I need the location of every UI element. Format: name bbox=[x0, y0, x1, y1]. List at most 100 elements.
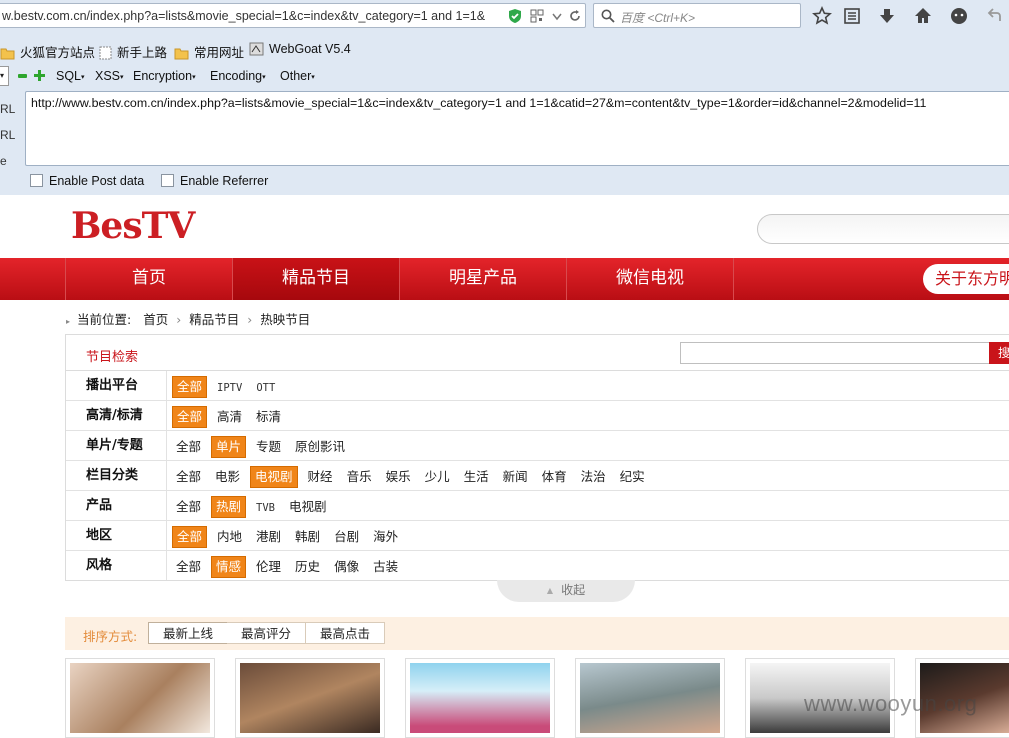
filter-row: 高清/标清 全部 高清 标清 bbox=[66, 401, 1009, 431]
nav-wechat-tv[interactable]: 微信电视 bbox=[566, 258, 733, 300]
hackbar-menu-xss[interactable]: XSS▾ bbox=[95, 69, 124, 83]
filter-option[interactable]: 娱乐 bbox=[382, 467, 415, 487]
filter-option[interactable]: 法治 bbox=[577, 467, 610, 487]
nav-featured-programs[interactable]: 精品节目 bbox=[232, 258, 399, 300]
page-icon bbox=[99, 46, 112, 60]
filter-search-input[interactable] bbox=[680, 342, 990, 364]
hackbar-menu-encoding[interactable]: Encoding▾ bbox=[210, 69, 266, 83]
collapse-button[interactable]: ▲ 收起 bbox=[497, 580, 635, 602]
nav-star-products[interactable]: 明星产品 bbox=[399, 258, 566, 300]
filter-option[interactable]: 全部 bbox=[172, 497, 205, 517]
bookmark-getting-started[interactable]: 新手上路 bbox=[99, 42, 167, 61]
filter-option[interactable]: 生活 bbox=[460, 467, 493, 487]
bookmark-star-icon[interactable] bbox=[812, 6, 832, 26]
bullet-icon: ▸ bbox=[66, 317, 71, 326]
search-bar[interactable]: 百度 <Ctrl+K> bbox=[593, 3, 801, 28]
dropdown-arrow-icon[interactable] bbox=[549, 8, 565, 24]
filter-option[interactable]: 电影 bbox=[211, 467, 244, 487]
program-filter-panel: 节目检索 搜 播出平台 全部 IPTV OTT 高清/标清 全部 高清 标清 单片/专题 全部 单片… bbox=[65, 334, 1009, 581]
program-thumbnail[interactable] bbox=[235, 658, 385, 738]
bookmark-firefox-site[interactable]: 火狐官方站点 bbox=[0, 42, 95, 61]
watermark: www.wooyun.org bbox=[804, 691, 978, 716]
reload-icon[interactable] bbox=[567, 8, 583, 24]
filter-option[interactable]: 单片 bbox=[211, 436, 247, 458]
hackbar-menu-other[interactable]: Other▾ bbox=[280, 69, 315, 83]
home-icon[interactable] bbox=[913, 6, 933, 26]
filter-option[interactable]: 伦理 bbox=[252, 557, 285, 577]
breadcrumb-featured[interactable]: 精品节目 bbox=[189, 312, 239, 327]
filter-search-button[interactable]: 搜 bbox=[989, 342, 1009, 364]
filter-option[interactable]: 电视剧 bbox=[285, 497, 331, 517]
filter-option[interactable]: 全部 bbox=[172, 437, 205, 457]
hackbar-dropdown[interactable]: ▾ bbox=[0, 66, 9, 86]
filter-option[interactable]: 标清 bbox=[252, 407, 285, 427]
sort-newest[interactable]: 最新上线 bbox=[148, 622, 229, 644]
bookmark-common-sites[interactable]: 常用网址 bbox=[174, 42, 244, 61]
filter-option[interactable]: 内地 bbox=[213, 527, 246, 547]
filter-row: 产品 全部 热剧 TVB 电视剧 bbox=[66, 491, 1009, 521]
breadcrumb-current: 热映节目 bbox=[260, 312, 311, 327]
reading-list-icon[interactable] bbox=[842, 6, 862, 26]
filter-option[interactable]: 原创影讯 bbox=[291, 437, 349, 457]
filter-option[interactable]: 全部 bbox=[172, 406, 208, 428]
back-arrow-icon[interactable] bbox=[985, 6, 1005, 26]
filter-option[interactable]: 电视剧 bbox=[250, 466, 298, 488]
nav-about-button[interactable]: 关于东方明 bbox=[923, 264, 1009, 294]
filter-row: 单片/专题 全部 单片 专题 原创影讯 bbox=[66, 431, 1009, 461]
hackbar-load-url[interactable]: RL bbox=[0, 96, 15, 122]
address-bar[interactable]: w.bestv.com.cn/index.php?a=lists&movie_s… bbox=[0, 3, 586, 28]
filter-option[interactable]: OTT bbox=[252, 378, 279, 398]
sort-top-rated[interactable]: 最高评分 bbox=[227, 622, 307, 644]
filter-option[interactable]: 情感 bbox=[211, 556, 247, 578]
enable-referrer-checkbox[interactable]: Enable Referrer bbox=[161, 174, 268, 188]
filter-row: 地区 全部 内地 港剧 韩剧 台剧 海外 bbox=[66, 521, 1009, 551]
chat-icon[interactable] bbox=[949, 6, 969, 26]
program-thumbnail[interactable] bbox=[575, 658, 725, 738]
filter-title: 节目检索 bbox=[86, 350, 139, 365]
filter-option[interactable]: 港剧 bbox=[252, 527, 285, 547]
search-icon bbox=[601, 9, 615, 23]
bookmark-webgoat[interactable]: WebGoat V5.4 bbox=[249, 42, 351, 56]
filter-option[interactable]: 热剧 bbox=[211, 496, 247, 518]
filter-option[interactable]: 古装 bbox=[369, 557, 402, 577]
breadcrumb-home[interactable]: 首页 bbox=[143, 312, 168, 327]
filter-option[interactable]: IPTV bbox=[213, 378, 246, 398]
plus-icon[interactable] bbox=[34, 70, 45, 81]
hackbar-execute[interactable]: e bbox=[0, 148, 15, 174]
filter-option[interactable]: 偶像 bbox=[330, 557, 363, 577]
minus-icon[interactable] bbox=[18, 73, 27, 79]
filter-option[interactable]: 全部 bbox=[172, 376, 208, 398]
filter-option[interactable]: TVB bbox=[252, 498, 279, 518]
filter-option[interactable]: 历史 bbox=[291, 557, 324, 577]
filter-option[interactable]: 海外 bbox=[369, 527, 402, 547]
hackbar-url-textarea[interactable]: http://www.bestv.com.cn/index.php?a=list… bbox=[25, 91, 1009, 166]
hackbar-menu-sql[interactable]: SQL▾ bbox=[56, 69, 85, 83]
filter-row-label: 单片/专题 bbox=[66, 431, 167, 460]
program-thumbnail[interactable] bbox=[65, 658, 215, 738]
filter-option[interactable]: 音乐 bbox=[343, 467, 376, 487]
hackbar-menu-encryption[interactable]: Encryption▾ bbox=[133, 69, 196, 83]
enable-post-checkbox[interactable]: Enable Post data bbox=[30, 174, 144, 188]
sort-most-clicked[interactable]: 最高点击 bbox=[306, 622, 386, 644]
site-search-input[interactable] bbox=[757, 214, 1009, 244]
filter-option[interactable]: 纪实 bbox=[616, 467, 649, 487]
filter-options: 全部 内地 港剧 韩剧 台剧 海外 bbox=[172, 526, 408, 548]
download-icon[interactable] bbox=[877, 6, 897, 26]
filter-row-label: 播出平台 bbox=[66, 371, 167, 400]
filter-option[interactable]: 全部 bbox=[172, 557, 205, 577]
site-logo[interactable]: BesTV bbox=[71, 205, 195, 247]
filter-option[interactable]: 韩剧 bbox=[291, 527, 324, 547]
filter-option[interactable]: 新闻 bbox=[499, 467, 532, 487]
hackbar-split-url[interactable]: RL bbox=[0, 122, 15, 148]
filter-option[interactable]: 全部 bbox=[172, 467, 205, 487]
qr-code-icon[interactable] bbox=[529, 8, 545, 24]
filter-option[interactable]: 高清 bbox=[213, 407, 246, 427]
filter-option[interactable]: 全部 bbox=[172, 526, 208, 548]
filter-option[interactable]: 专题 bbox=[252, 437, 285, 457]
filter-option[interactable]: 少儿 bbox=[421, 467, 454, 487]
filter-option[interactable]: 台剧 bbox=[330, 527, 363, 547]
filter-option[interactable]: 体育 bbox=[538, 467, 571, 487]
filter-option[interactable]: 财经 bbox=[304, 467, 337, 487]
program-thumbnail[interactable] bbox=[405, 658, 555, 738]
nav-home[interactable]: 首页 bbox=[65, 258, 232, 300]
